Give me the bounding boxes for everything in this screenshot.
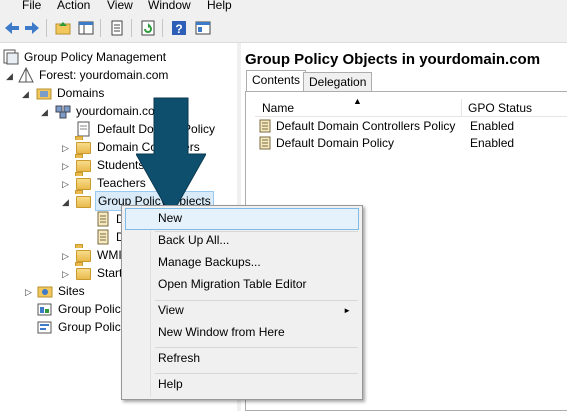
- gp-results-icon: [37, 319, 53, 335]
- gpo-status: Enabled: [470, 118, 515, 133]
- expand-icon[interactable]: ▷: [61, 179, 70, 189]
- menu-window[interactable]: Window: [148, 0, 191, 13]
- gpo-scroll-icon: [95, 211, 111, 227]
- tree-item-domains[interactable]: Domains: [36, 84, 106, 102]
- starter-folder-icon: [76, 265, 92, 281]
- console-icon[interactable]: [193, 18, 213, 38]
- tree-item-wmi-filters[interactable]: WMI: [76, 246, 124, 264]
- tree-item-forest[interactable]: Forest: yourdomain.com: [18, 66, 170, 84]
- sites-icon: [37, 283, 53, 299]
- menu-item-new[interactable]: New: [125, 208, 359, 230]
- page-title: Group Policy Objects in yourdomain.com: [245, 51, 541, 68]
- menu-help[interactable]: Help: [207, 0, 232, 13]
- menu-item-new-window-from-here[interactable]: New Window from Here: [125, 322, 359, 344]
- gpo-status: Enabled: [470, 135, 515, 150]
- properties-icon[interactable]: [107, 18, 127, 38]
- menu-item-back-up-all[interactable]: Back Up All...: [125, 230, 359, 252]
- menu-item-refresh[interactable]: Refresh: [125, 348, 359, 370]
- menu-item-view[interactable]: View ►: [125, 300, 359, 322]
- toolbar-separator: [100, 19, 101, 37]
- show-hide-tree-icon[interactable]: [76, 18, 96, 38]
- expand-icon[interactable]: ▷: [61, 143, 70, 153]
- column-header: Name ▲ GPO Status: [255, 96, 567, 117]
- toolbar-separator: [46, 19, 47, 37]
- expand-icon[interactable]: ▷: [61, 161, 70, 171]
- toolbar: ?: [0, 13, 567, 43]
- tree-label-starter: Start: [97, 266, 123, 280]
- menu-item-manage-backups[interactable]: Manage Backups...: [125, 252, 359, 274]
- menu-bar: File Action View Window Help: [0, 0, 567, 13]
- gpo-folder-icon: [76, 193, 92, 209]
- tree-label-root: Group Policy Management: [24, 50, 167, 64]
- forward-icon[interactable]: [22, 18, 42, 38]
- ou-folder-icon: [76, 139, 92, 155]
- gpo-name: Default Domain Policy: [276, 135, 395, 150]
- tree-label-wmi: WMI: [97, 248, 122, 262]
- gpm-icon: [3, 49, 19, 65]
- collapse-icon[interactable]: ◢: [40, 107, 49, 117]
- toolbar-separator: [131, 19, 132, 37]
- collapse-icon[interactable]: ◢: [21, 89, 30, 99]
- ou-folder-icon: [76, 157, 92, 173]
- table-row[interactable]: Default Domain Controllers Policy Enable…: [258, 117, 567, 134]
- gpo-name: Default Domain Controllers Policy: [276, 118, 456, 133]
- gpo-scroll-icon: [95, 229, 111, 245]
- refresh-icon[interactable]: [138, 18, 158, 38]
- column-name[interactable]: Name: [262, 101, 294, 115]
- tree-item-gp-modeling[interactable]: Group Policy: [37, 300, 129, 318]
- domains-folder-icon: [36, 85, 52, 101]
- tree-item-gp-results[interactable]: Group Policy: [37, 318, 129, 336]
- tree-label-sites: Sites: [58, 284, 85, 298]
- menu-item-view-label: View: [158, 303, 184, 317]
- policy-link-icon: [76, 121, 92, 137]
- collapse-icon[interactable]: ◢: [5, 71, 14, 81]
- tree-item-sites[interactable]: Sites: [37, 282, 87, 300]
- gpo-scroll-icon: [258, 136, 272, 150]
- menu-item-open-migration-table-editor[interactable]: Open Migration Table Editor: [125, 274, 359, 296]
- menu-action[interactable]: Action: [57, 0, 90, 13]
- tree-label-domains: Domains: [57, 86, 105, 100]
- menu-file[interactable]: File: [22, 0, 41, 13]
- tree-label-gp-results: Group Policy: [58, 320, 127, 334]
- gp-modeling-icon: [37, 301, 53, 317]
- sort-ascending-icon: ▲: [353, 96, 362, 106]
- expand-icon[interactable]: ▷: [61, 269, 70, 279]
- svg-text:?: ?: [175, 22, 182, 36]
- down-arrow-annotation: [136, 97, 206, 218]
- expand-icon[interactable]: ▷: [24, 287, 33, 297]
- wmi-folder-icon: [76, 247, 92, 263]
- back-icon[interactable]: [2, 18, 22, 38]
- table-row[interactable]: Default Domain Policy Enabled: [258, 134, 567, 151]
- submenu-arrow-icon: ►: [343, 306, 351, 315]
- expand-icon[interactable]: ▷: [61, 251, 70, 261]
- tab-contents[interactable]: Contents: [246, 70, 307, 92]
- context-menu: New Back Up All... Manage Backups... Ope…: [121, 205, 363, 400]
- tree-item-starter-gpos[interactable]: Start: [76, 264, 124, 282]
- menu-item-help[interactable]: Help: [125, 374, 359, 396]
- tree-item-root[interactable]: Group Policy Management: [3, 48, 168, 66]
- column-gpo-status[interactable]: GPO Status: [468, 101, 532, 115]
- help-icon[interactable]: ?: [169, 18, 189, 38]
- menu-view[interactable]: View: [107, 0, 133, 13]
- gpo-scroll-icon: [258, 119, 272, 133]
- toolbar-separator: [162, 19, 163, 37]
- column-divider[interactable]: [461, 99, 462, 117]
- tab-delegation[interactable]: Delegation: [303, 72, 373, 92]
- domain-icon: [55, 103, 71, 119]
- folder-up-icon[interactable]: [53, 18, 73, 38]
- collapse-icon[interactable]: ◢: [61, 197, 70, 207]
- forest-icon: [18, 66, 34, 83]
- tree-label-gp-modeling: Group Policy: [58, 302, 127, 316]
- ou-folder-icon: [76, 175, 92, 191]
- tree-label-forest: Forest: yourdomain.com: [39, 68, 169, 82]
